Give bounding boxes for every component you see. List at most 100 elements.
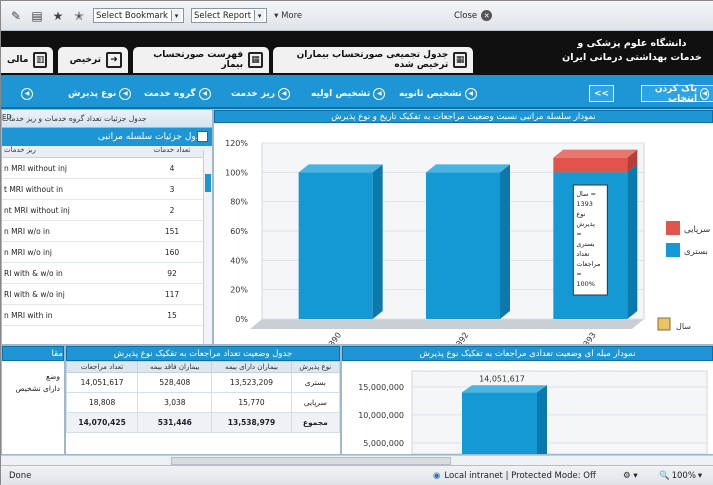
list-item[interactable]: n MRI w/o in 151	[2, 221, 212, 242]
service-name: n MRI with in	[4, 310, 53, 320]
scroll-thumb[interactable]	[205, 174, 211, 192]
select-bookmark-dropdown[interactable]: Select Bookmark ▾	[93, 8, 184, 23]
comparison-title: مقا	[2, 346, 64, 361]
th-admission-type: نوع پذیرش	[290, 361, 341, 373]
arrow-circle-icon: ◀	[373, 87, 386, 100]
page-icon[interactable]: ▤	[30, 9, 44, 23]
star-add-icon[interactable]: ✭	[72, 9, 86, 23]
list-item[interactable]: n MRI with in 15	[2, 305, 212, 326]
secondary-diagnosis-button[interactable]: ◀ تشخیص ثانویه	[399, 85, 477, 102]
table-row[interactable]: بستری 13,523,209 528,408 14,051,617	[65, 372, 341, 393]
y-tick-label: 80%	[230, 198, 248, 207]
tooltip-line: بستری	[576, 240, 594, 248]
arrow-circle-icon: ◀	[700, 87, 709, 100]
left-arrow-button[interactable]: ◀	[21, 85, 33, 102]
status-table: نوع پذیرش بیماران دارای بیمه بیماران فاق…	[65, 361, 341, 433]
clear-selection-button[interactable]: ◀ پاک کردن انتخاب	[641, 84, 713, 104]
table-icon: ▦	[453, 52, 467, 68]
tooltip-line: =	[576, 230, 581, 238]
chevron-down-icon: ▾	[697, 470, 703, 481]
select-report-dropdown[interactable]: Select Report ▾	[190, 8, 268, 23]
tab-patient-bill-list[interactable]: ▦ فهرست صورتحساب بیمار	[133, 47, 269, 73]
browser-window: ✎ ▤ ★ ✭ Select Bookmark ▾ Select Report …	[0, 0, 713, 485]
list-item[interactable]: RI with & w/o inj 117	[2, 284, 212, 305]
legend-swatch	[666, 221, 680, 235]
tooltip-line: تعداد	[576, 250, 589, 258]
th-visits: تعداد مراجعات	[65, 361, 139, 373]
table-icon: ▦	[248, 52, 263, 68]
bar	[298, 172, 373, 319]
arrow-circle-icon: ◀	[464, 87, 477, 100]
detail-list-title: جدول جزئیات سلسله مراتبی	[2, 128, 212, 146]
service-name: n MRI without inj	[4, 163, 67, 173]
close-button[interactable]: Close ✕	[454, 10, 493, 21]
more-label: More	[281, 10, 303, 21]
cell: سرپایی	[290, 392, 341, 413]
select-bookmark-label: Select Bookmark	[96, 10, 168, 21]
service-name: n MRI w/o in	[4, 226, 50, 236]
status-table-panel: جدول وضعیت تعداد مراجعات به تفکیک نوع پذ…	[65, 345, 341, 455]
col-header-name: ریز خدمات	[4, 146, 36, 154]
tooltip-line: نوع	[576, 210, 585, 218]
admission-type-button[interactable]: ◀ نوع پذیرش	[68, 85, 132, 102]
star-icon[interactable]: ★	[51, 9, 65, 23]
primary-diagnosis-button[interactable]: ◀ تشخیص اولیه	[311, 85, 386, 102]
tooltip-line: سال =	[576, 190, 596, 198]
y-tick-label: 5,000,000	[363, 439, 404, 448]
arrow-circle-icon: ◀	[21, 87, 33, 100]
bar-chart-title: نمودار میله ای وضعیت تعدادی مراجعات به ت…	[342, 346, 713, 361]
list-item[interactable]: RI with & w/o in 92	[2, 263, 212, 284]
exit-icon: ➜	[106, 52, 122, 68]
bar	[462, 392, 537, 454]
filter-button-row: << ◀ پاک کردن انتخاب >> ◀ تشخیص ثانویه ◀…	[1, 75, 713, 109]
export-icon[interactable]	[197, 131, 208, 142]
main-chart-title: نمودار سلسله مراتبی نسبت وضعیت مراجعات ب…	[214, 110, 713, 123]
detail-panel: ED جدول جزئیات تعداد گروه خدمات و ریز خد…	[1, 109, 213, 345]
list-item[interactable]: t MRI without in 3	[2, 179, 212, 200]
tab-discharge[interactable]: ➜ ترخیص	[58, 47, 128, 73]
ie-toolbar: ✎ ▤ ★ ✭ Select Bookmark ▾ Select Report …	[1, 1, 713, 31]
zoom-control[interactable]: 🔍 100% ▾	[659, 471, 702, 481]
th-insured: بیماران دارای بیمه	[211, 361, 292, 373]
arrow-circle-icon: ◀	[198, 87, 211, 100]
nav-next-button[interactable]: >>	[589, 85, 615, 102]
bar-side	[372, 164, 383, 319]
service-count: 2	[169, 205, 175, 215]
sub-service-label: ریز خدمت	[231, 88, 276, 99]
zone-indicator[interactable]: ◉ Local intranet | Protected Mode: Off	[433, 471, 596, 481]
status-bar: Done ◉ Local intranet | Protected Mode: …	[1, 465, 713, 485]
list-item[interactable]: n MRI without inj 4	[2, 158, 212, 179]
scroll-thumb[interactable]	[171, 457, 451, 465]
zoom-icon: 🔍	[659, 470, 670, 481]
service-count: 15	[167, 310, 177, 320]
tooltip-line: =	[576, 270, 581, 278]
more-button[interactable]: ▾ More	[274, 11, 302, 21]
vertical-scrollbar[interactable]	[203, 150, 212, 344]
list-item[interactable]: nt MRI without inj 2	[2, 200, 212, 221]
tab-aggregate-bills[interactable]: ▦ جدول تجمیعی صورتحساب بیماران ترخیص شده	[273, 47, 473, 73]
stacked-bar-chart: 0% 20% 40% 60% 80% 100% 120% 1390 1392 1393 سال = 1…	[225, 139, 710, 352]
bar-chart-panel: نمودار میله ای وضعیت تعدادی مراجعات به ت…	[341, 345, 713, 455]
list-item[interactable]: n MRI w/o inj 160	[2, 242, 212, 263]
status-done: Done	[9, 470, 32, 481]
sub-service-button[interactable]: ◀ ریز خدمت	[231, 85, 291, 102]
cell: 18,808	[65, 392, 139, 413]
y-tick-label: 120%	[225, 139, 248, 148]
service-count: 160	[164, 247, 180, 257]
tab-financial[interactable]: ▥ مالی	[1, 47, 53, 73]
app-header: دانشگاه علوم پزشکی و خدمات بهداشتی درمان…	[1, 31, 713, 75]
table-row[interactable]: سرپایی 15,770 3,038 18,808	[65, 392, 341, 413]
bar-side	[627, 164, 638, 319]
service-name: RI with & w/o in	[4, 268, 63, 278]
service-group-button[interactable]: ◀ گروه خدمت	[144, 85, 211, 102]
zone-label: Local intranet | Protected Mode: Off	[444, 470, 596, 481]
select-report-label: Select Report	[193, 10, 252, 21]
plot-area	[411, 370, 708, 455]
protected-mode-icon[interactable]: ⚙ ▾	[623, 471, 638, 481]
arrow-circle-icon: ◀	[278, 87, 291, 100]
service-name: nt MRI without inj	[4, 205, 70, 215]
cell: 528,408	[137, 372, 213, 393]
horizontal-scrollbar[interactable]	[1, 455, 713, 465]
close-icon: ✕	[481, 10, 493, 21]
pen-icon[interactable]: ✎	[9, 9, 23, 23]
